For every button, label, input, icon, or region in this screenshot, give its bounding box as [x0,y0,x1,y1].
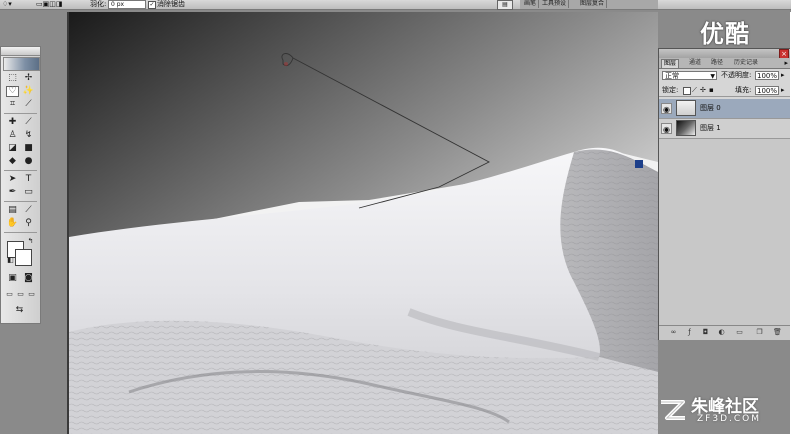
new-layer-icon[interactable]: ❐ [755,328,764,337]
panel-menu-icon[interactable]: ▸ [784,59,788,67]
healing-brush-tool-icon[interactable]: ✚ [6,117,19,128]
antialias-label: 消除锯齿 [157,0,185,8]
blend-mode-select[interactable]: 正常 ▼ [662,71,717,80]
new-group-icon[interactable]: ▭ [735,328,744,337]
link-layers-icon[interactable]: ∞ [669,328,678,337]
layer-style-icon[interactable]: ƒ [685,328,694,337]
marquee-tool-icon[interactable]: ⬚ [6,73,19,84]
layer-row[interactable]: ◉ 图层 0 [659,99,790,119]
fill-label: 填充: [735,86,752,94]
lock-row: 锁定: ⟋ ✢ ▪ 填充: 100% ▸ [659,85,790,97]
crop-tool-icon[interactable]: ⌗ [6,99,19,110]
eye-icon[interactable]: ◉ [661,103,672,114]
brush-tool-icon[interactable]: ⟋ [22,117,35,128]
lock-position-icon[interactable]: ✢ [700,86,706,95]
zf3d-watermark: 朱峰社区 ZF3D.COM [655,392,789,430]
antialias-checkbox[interactable]: ✓ [148,1,156,9]
toolbox-separator [4,113,37,114]
layer-name: 图层 0 [700,104,721,112]
selection-mode-icons[interactable]: ▭▣◫◨ [36,0,62,8]
panel-tabs: 图层 通道 路径 历史记录 ▸ [659,58,790,69]
default-colors-icon[interactable]: ◧ [4,255,17,266]
history-brush-tool-icon[interactable]: ↯ [22,130,35,141]
toolbox-header[interactable] [1,47,40,56]
layer-thumbnail [676,100,696,116]
fill-input[interactable]: 100% [755,86,779,95]
move-tool-icon[interactable]: ✢ [22,73,35,84]
dodge-tool-icon[interactable]: ● [22,156,35,167]
toolbox-separator [4,232,37,233]
type-tool-icon[interactable]: T [22,174,35,185]
lock-all-icon[interactable]: ▪ [709,86,714,95]
eyedropper-tool-icon[interactable]: ⟋ [22,205,35,216]
toolbox-separator [4,201,37,202]
lock-transparency-icon[interactable] [683,87,691,95]
document-canvas[interactable] [69,12,658,434]
layer-mask-icon[interactable]: ◘ [701,328,710,337]
feather-label: 羽化: [90,0,107,8]
watermark-en-text: ZF3D.COM [697,414,761,424]
gradient-tool-icon[interactable]: ■ [22,143,35,154]
eye-icon[interactable]: ◉ [661,123,672,134]
shape-tool-icon[interactable]: ▭ [22,187,35,198]
background-color-swatch[interactable] [15,249,32,266]
quick-mask-mode-icon[interactable]: ◙ [22,273,35,284]
blur-tool-icon[interactable]: ◆ [6,156,19,167]
layers-list: ◉ 图层 0 ◉ 图层 1 [659,99,790,325]
delete-layer-icon[interactable]: 🗑 [773,328,782,337]
eraser-tool-icon[interactable]: ◪ [6,143,19,154]
zoom-tool-icon[interactable]: ⚲ [22,218,35,229]
panel-title-bar[interactable]: × [659,49,790,59]
lock-label: 锁定: [662,86,679,94]
tab-channels[interactable]: 通道 [687,59,703,67]
blend-mode-value: 正常 [665,72,679,80]
path-selection-tool-icon[interactable]: ➤ [6,174,19,185]
opacity-label: 不透明度: [721,71,752,79]
fill-arrow-icon[interactable]: ▸ [781,86,785,95]
blend-row: 正常 ▼ 不透明度: 100% ▸ [659,70,790,81]
opacity-arrow-icon[interactable]: ▸ [781,71,785,80]
options-bar: ♢▾ ▭▣◫◨ 羽化: 0 px ✓ 消除锯齿 ▤ 画笔 工具预设 图层复合 [0,0,791,10]
tab-history[interactable]: 历史记录 [732,59,760,67]
lasso-tool-preset-icon[interactable]: ♢▾ [2,0,12,8]
palette-well: 画笔 工具预设 图层复合 [520,0,658,9]
well-tab-tool-presets[interactable]: 工具预设 [540,0,570,8]
adjustment-layer-icon[interactable]: ◐ [717,328,726,337]
layer-name: 图层 1 [700,124,721,132]
toolbox-separator [4,170,37,171]
photoshop-feather-logo[interactable] [3,57,40,71]
tab-paths[interactable]: 路径 [709,59,725,67]
lock-pixels-icon[interactable]: ⟋ [692,86,697,95]
zf3d-logo-icon [661,400,685,420]
panel-footer: ∞ ƒ ◘ ◐ ▭ ❐ 🗑 [659,325,790,340]
notes-tool-icon[interactable]: ▤ [6,205,19,216]
hand-tool-icon[interactable]: ✋ [6,218,19,229]
layers-panel: × 图层 通道 路径 历史记录 ▸ 正常 ▼ 不透明度: 100% ▸ 锁定: … [658,48,791,340]
magic-wand-tool-icon[interactable]: ✨ [22,86,35,97]
jump-to-imageready-icon[interactable]: ⇆ [13,305,26,316]
tab-layers[interactable]: 图层 [661,59,680,68]
layer-row[interactable]: ◉ 图层 1 [659,119,790,139]
well-tab-brushes[interactable]: 画笔 [522,0,540,8]
slice-tool-icon[interactable]: ⟋ [22,99,35,110]
clone-stamp-tool-icon[interactable]: ♙ [6,130,19,141]
feather-input[interactable]: 0 px [108,0,146,9]
chevron-down-icon: ▼ [710,73,715,80]
standard-mode-icon[interactable]: ▣ [6,273,19,284]
screen-mode-full-icon[interactable]: ▭ [25,289,38,300]
layer-thumbnail [676,120,696,136]
palette-well-button[interactable]: ▤ [497,0,513,10]
swap-colors-icon[interactable]: ↰ [24,236,37,247]
toolbox: ⬚ ✢ ♡ ✨ ⌗ ⟋ ✚ ⟋ ♙ ↯ ◪ ■ ◆ ● ➤ T ✒ ▭ ▤ ⟋ … [0,46,41,324]
well-tab-layer-comps[interactable]: 图层复合 [578,0,608,8]
youku-watermark: 优酷 [700,20,750,48]
opacity-input[interactable]: 100% [755,71,779,80]
desert-dune-image [69,12,658,434]
pen-tool-icon[interactable]: ✒ [6,187,19,198]
lasso-tool-icon[interactable]: ♡ [6,86,19,97]
